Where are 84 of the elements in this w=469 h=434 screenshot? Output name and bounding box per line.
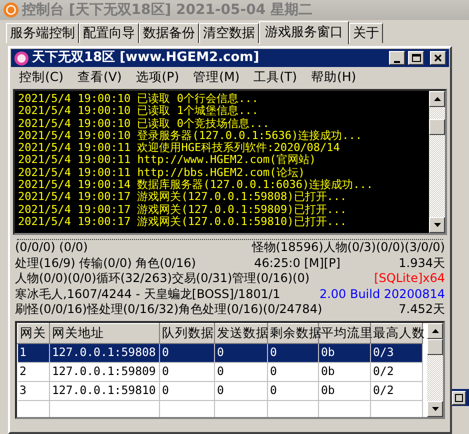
status-text: 刷怪(0/0/16)怪处理(0/16/32)角色处理(0/16)(0/24784): [15, 302, 322, 318]
scroll-thumb[interactable]: [427, 338, 443, 355]
table-cell: 0b: [318, 381, 370, 400]
maximize-icon: [411, 53, 421, 63]
status-text: 2.00 Build 20200814: [319, 286, 445, 302]
status-text: 7.452天: [398, 302, 445, 318]
log-line: 2021/5/4 19:00:11 http://www.HGEM2.com(官网站): [18, 154, 317, 167]
scroll-thumb[interactable]: [429, 119, 445, 135]
column-header[interactable]: 网关地址: [50, 323, 160, 344]
table-cell: 0: [160, 343, 214, 362]
close-icon: [433, 53, 443, 63]
table-cell: 0: [160, 381, 214, 400]
scroll-down-icon: [434, 223, 440, 227]
app-logo-icon: [3, 2, 19, 18]
menu-item[interactable]: 查看(V): [77, 68, 122, 86]
table-cell: 0: [214, 362, 268, 382]
log-line: 2021/5/4 19:00:10 已读取 0个行会信息...: [18, 93, 260, 105]
table-cell: 0/2: [370, 381, 422, 400]
tab[interactable]: 游戏服务窗口: [259, 21, 349, 44]
log-line: 2021/5/4 19:00:10 已读取 1个城堡信息...: [18, 105, 260, 118]
table-cell: 0/2: [370, 362, 422, 382]
log-line: 2021/5/4 19:00:17 游戏网关(127.0.0.1:59809)已打开...: [18, 204, 348, 216]
table-cell: 2: [18, 362, 50, 382]
column-header[interactable]: 剩余数据: [268, 323, 318, 344]
window-title: 控制台 [天下无双18区] 2021-05-04 星期二: [22, 1, 312, 20]
scrollbar[interactable]: [429, 91, 445, 233]
status-text: 怪物(18596)人物(0/3)(0/0)(3/0/0): [252, 240, 445, 256]
status-text: [SQLite]x64: [374, 271, 445, 287]
scroll-up-icon: [432, 328, 438, 333]
scroll-up-icon: [434, 97, 440, 101]
log-line: 2021/5/4 19:00:10 已读取 0个竞技场信息...: [18, 118, 270, 130]
table-cell: 0: [214, 343, 268, 362]
tab[interactable]: 配置向导: [79, 23, 139, 43]
menu-item[interactable]: 帮助(H): [311, 68, 356, 86]
table-cell: 3: [18, 381, 50, 400]
log-line: 2021/5/4 19:00:10 登录服务器(127.0.0.1:5636)连接成功...: [18, 130, 364, 142]
column-header[interactable]: 最高人数: [370, 323, 422, 344]
status-text: 1.934天: [398, 256, 445, 272]
table-cell: 0: [160, 362, 214, 382]
table-cell: 0b: [318, 343, 370, 362]
table-row[interactable]: 2 127.0.0.1:59809 0 0 0 0b 0/2: [18, 362, 422, 382]
window-title: 天下无双18区 [www.HGEM2.com]: [32, 49, 260, 68]
scroll-down-icon: [432, 406, 438, 411]
table-cell: 127.0.0.1:59809: [50, 362, 160, 382]
table-row[interactable]: 1 127.0.0.1:59808 0 0 0 0b 0/3: [18, 343, 422, 362]
table-cell: 0/3: [370, 343, 422, 362]
table-cell: 0b: [318, 362, 370, 382]
tab[interactable]: 服务端控制: [6, 23, 79, 43]
column-header[interactable]: 发送数据: [214, 323, 268, 344]
close-button[interactable]: [430, 51, 446, 65]
table-cell: 0: [268, 362, 318, 382]
table-cell: 127.0.0.1:59810: [50, 381, 160, 400]
menu-item[interactable]: 管理(M): [193, 68, 240, 86]
menu-item[interactable]: 选项(P): [136, 68, 180, 86]
log-line: 2021/5/4 19:00:17 游戏网关(127.0.0.1:59808)已打开...: [18, 191, 348, 204]
maximize-button[interactable]: [408, 51, 424, 65]
restore-button[interactable]: [452, 390, 466, 404]
log-line: 2021/5/4 19:00:17 游戏网关(127.0.0.1:59810)已打开...: [18, 216, 348, 228]
status-text: 人物(0/0)(0/0)循环(32/263)交易(0/31)管理(0/16)(0): [15, 271, 310, 287]
column-header[interactable]: 队列数据: [160, 323, 214, 344]
tab[interactable]: 清空数据: [199, 23, 259, 43]
status-text: 寒冰毛人,1607/4244 - 天皇蝙龙[BOSS]/1801/1: [15, 286, 280, 302]
status-text: 处理(16/9) 传输(0/0) 角色(0/16): [15, 256, 196, 272]
scrollbar[interactable]: [427, 322, 443, 417]
tab[interactable]: 数据备份: [139, 23, 199, 43]
menu-item[interactable]: 控制(C): [19, 68, 64, 86]
table-cell: 0: [214, 381, 268, 400]
restore-icon: [454, 392, 464, 402]
column-header[interactable]: 网关: [18, 323, 50, 344]
app-logo-icon: [14, 50, 29, 66]
log-line: 2021/5/4 19:00:11 欢迎使用HGE科技系列软件:2020/08/14: [18, 142, 341, 154]
table-cell: 1: [18, 343, 50, 362]
status-text: 46:25:0 [M][P]: [254, 256, 340, 272]
table-cell: 0: [268, 343, 318, 362]
log-line: 2021/5/4 19:00:14 数据库服务器(127.0.0.1:6036)连接成功...: [18, 179, 374, 192]
minimize-button[interactable]: [389, 51, 405, 65]
minimize-icon: [394, 60, 400, 62]
tab[interactable]: 关于: [349, 23, 383, 43]
menu-item[interactable]: 工具(T): [254, 68, 298, 86]
status-text: (0/0/0) (0/0): [15, 240, 88, 256]
log-line: 2021/5/4 19:00:11 http://bbs.HGEM2.com(论坛): [18, 166, 306, 179]
table-row[interactable]: 3 127.0.0.1:59810 0 0 0 0b 0/2: [18, 381, 422, 400]
table-cell: 127.0.0.1:59808: [50, 343, 160, 362]
table-cell: 0: [268, 381, 318, 400]
